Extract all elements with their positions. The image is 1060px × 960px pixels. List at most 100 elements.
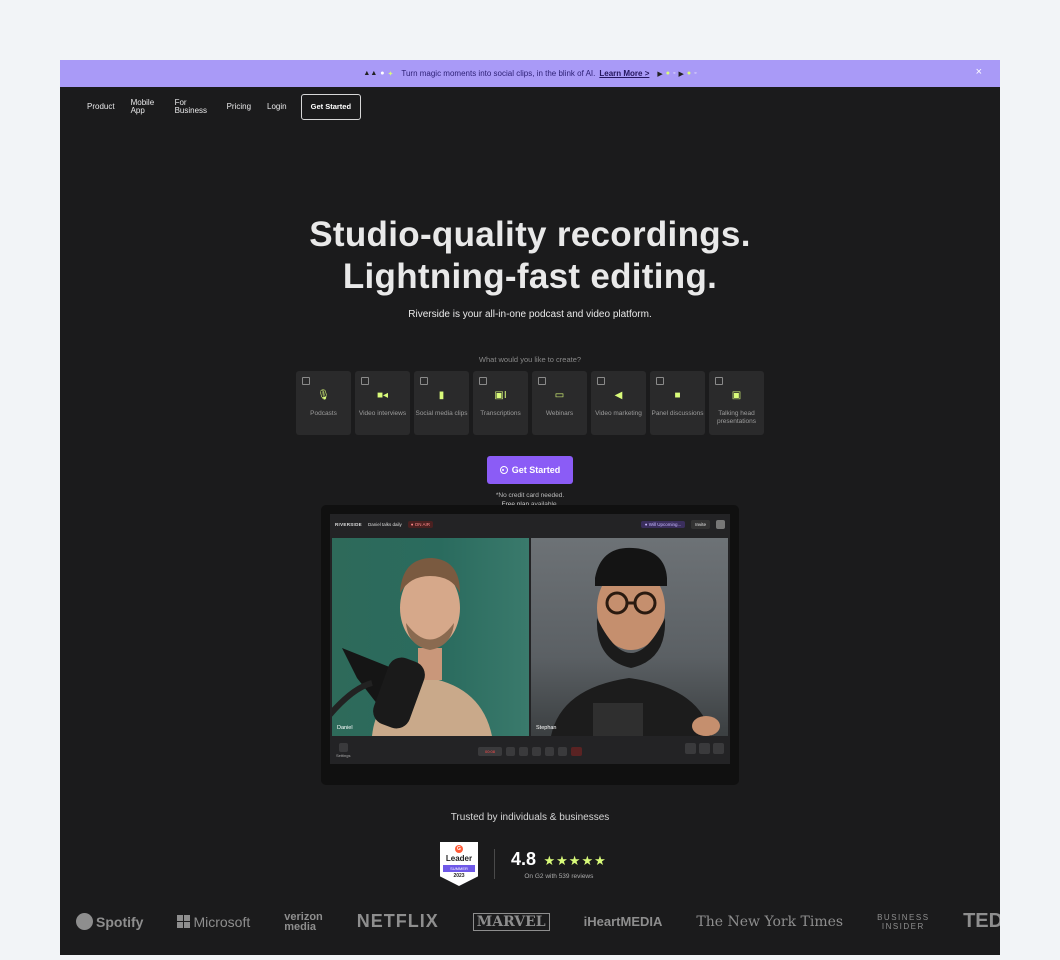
speaker-icon [545, 746, 554, 756]
checkbox[interactable] [656, 377, 664, 385]
badge-season: SUMMER [443, 865, 475, 872]
hero-title-line-2: Lightning-fast editing. [342, 257, 718, 296]
logo-netflix: NETFLIX [356, 911, 439, 931]
option-social-media-clips[interactable]: ▮ Social media clips [414, 371, 469, 435]
rating-value: 4.8 [511, 848, 537, 869]
mic-icon [519, 746, 528, 756]
chat-icon [699, 743, 710, 754]
option-label: Webinars [545, 410, 574, 417]
option-podcasts[interactable]: 🎙︎ Podcasts [296, 371, 351, 435]
riverside-logo: RIVERSIDE [335, 521, 362, 527]
logo-business-insider: BUSINESS INSIDER [877, 912, 930, 931]
g2-rating: G Leader SUMMER 2023 4.8 ★★★★★ On G2 wit… [440, 842, 607, 886]
nav-get-started-button[interactable]: Get Started [300, 93, 362, 121]
star-rating-icon: ★★★★★ [543, 852, 607, 868]
phone-clip-icon: ▮ [438, 390, 445, 401]
microsoft-icon [177, 915, 191, 928]
checkbox[interactable] [420, 377, 428, 385]
option-label: Talking head presentations [716, 410, 757, 425]
nav-login[interactable]: Login [267, 102, 287, 112]
g2-leader-badge: G Leader SUMMER 2023 [440, 842, 478, 886]
upcoming-badge: ● Will Upcoming... [640, 520, 686, 528]
page-frame: ▲▲ ● ✦ Turn magic moments into social clip… [60, 60, 1000, 955]
hero-section: Studio-quality recordings. Lightning-fas… [60, 214, 1000, 509]
people-icon [685, 743, 696, 754]
get-started-button[interactable]: Get Started [486, 456, 574, 484]
share-icon [558, 746, 567, 756]
logo-iheartmedia: iHeartMEDIA [583, 914, 663, 929]
avatar [716, 519, 725, 529]
g2-logo-icon: G [455, 845, 463, 853]
chat-icon: ■ [674, 390, 681, 401]
option-label: Video marketing [595, 410, 642, 417]
review-count: On G2 with 539 reviews [524, 872, 594, 880]
checkbox[interactable] [538, 377, 546, 385]
checkbox[interactable] [597, 377, 605, 385]
checkbox[interactable] [302, 377, 310, 385]
participant-video-stephan: Stephan [531, 538, 728, 736]
divider [494, 849, 495, 879]
logo-spotify: Spotify [76, 913, 143, 930]
nav-mobile-app[interactable]: Mobile App [131, 98, 159, 116]
rating-block: 4.8 ★★★★★ On G2 with 539 reviews [511, 849, 607, 880]
checkbox[interactable] [479, 377, 487, 385]
badge-title: Leader [445, 854, 473, 863]
badge-year: 2023 [453, 873, 465, 879]
daniel-illustration [332, 558, 492, 736]
option-label: Panel discussions [651, 410, 704, 417]
app-preview-topbar: RIVERSIDE Daniel talks daily ● ON AIR ● … [330, 514, 730, 534]
option-video-marketing[interactable]: ◀ Video marketing [591, 371, 646, 435]
app-preview-screen: RIVERSIDE Daniel talks daily ● ON AIR ● … [330, 514, 730, 764]
checkbox[interactable] [361, 377, 369, 385]
megaphone-icon: ◀ [614, 390, 623, 401]
create-question: What would you like to create? [478, 355, 582, 364]
close-icon[interactable]: × [976, 66, 982, 78]
nav-for-business[interactable]: For Business [175, 98, 211, 116]
customer-logos: Spotify Microsoft verizon media NETFLIX … [60, 910, 1000, 933]
option-video-interviews[interactable]: ■◂ Video interviews [355, 371, 410, 435]
hero-title: Studio-quality recordings. Lightning-fas… [60, 214, 1000, 298]
on-air-badge: ● ON AIR [407, 520, 433, 528]
learn-more-link[interactable]: Learn More > [599, 69, 649, 78]
no-credit-card-note: *No credit card needed. [495, 492, 565, 499]
video-camera-icon: ■◂ [376, 390, 389, 401]
leave-icon [571, 746, 582, 756]
call-controls: 00:08 [330, 740, 730, 762]
invite-button: Invite [691, 519, 710, 529]
text-cursor-icon: ▣I [494, 390, 507, 401]
option-label: Podcasts [310, 410, 337, 417]
screen-icon: ▭ [554, 390, 565, 401]
microphone-icon: 🎙︎ [317, 390, 330, 401]
top-nav: Product Mobile App For Business Pricing … [60, 87, 1000, 127]
hero-title-line-1: Studio-quality recordings. [309, 215, 751, 254]
participant-name: Stephan [536, 725, 557, 731]
stephan-illustration [551, 547, 720, 736]
logo-verizon-media: verizon media [284, 910, 323, 933]
create-options: 🎙︎ Podcasts ■◂ Video interviews ▮ Social me… [60, 371, 1000, 435]
nav-product[interactable]: Product [87, 102, 115, 112]
side-controls [685, 743, 724, 754]
spotify-icon [76, 913, 93, 930]
option-label: Transcriptions [480, 410, 521, 417]
participant-video-daniel: Daniel [332, 538, 529, 736]
option-transcriptions[interactable]: ▣I Transcriptions [473, 371, 528, 435]
sparkle-decoration: ▶ ● ◦ ▶ ● ◦ [657, 70, 697, 78]
option-talking-head[interactable]: ▣ Talking head presentations [709, 371, 764, 435]
option-label: Video interviews [358, 410, 407, 417]
option-label: Social media clips [415, 410, 468, 417]
option-webinars[interactable]: ▭ Webinars [532, 371, 587, 435]
music-icon [713, 743, 724, 754]
logo-marvel: MARVEL [472, 912, 550, 931]
promo-banner: ▲▲ ● ✦ Turn magic moments into social clip… [60, 60, 1000, 87]
logo-microsoft: Microsoft [177, 914, 250, 930]
get-started-label: Get Started [511, 465, 561, 475]
nav-pricing[interactable]: Pricing [227, 102, 251, 112]
hero-subtitle: Riverside is your all-in-one podcast and… [408, 309, 652, 320]
option-panel-discussions[interactable]: ■ Panel discussions [650, 371, 705, 435]
logo-nytimes: The New York Times [696, 913, 844, 930]
pause-icon [506, 746, 515, 756]
camera-icon [532, 746, 541, 756]
banner-text: Turn magic moments into social clips, in… [401, 69, 596, 78]
checkbox[interactable] [715, 377, 723, 385]
confetti-decoration: ▲▲ ● ✦ [363, 70, 394, 78]
